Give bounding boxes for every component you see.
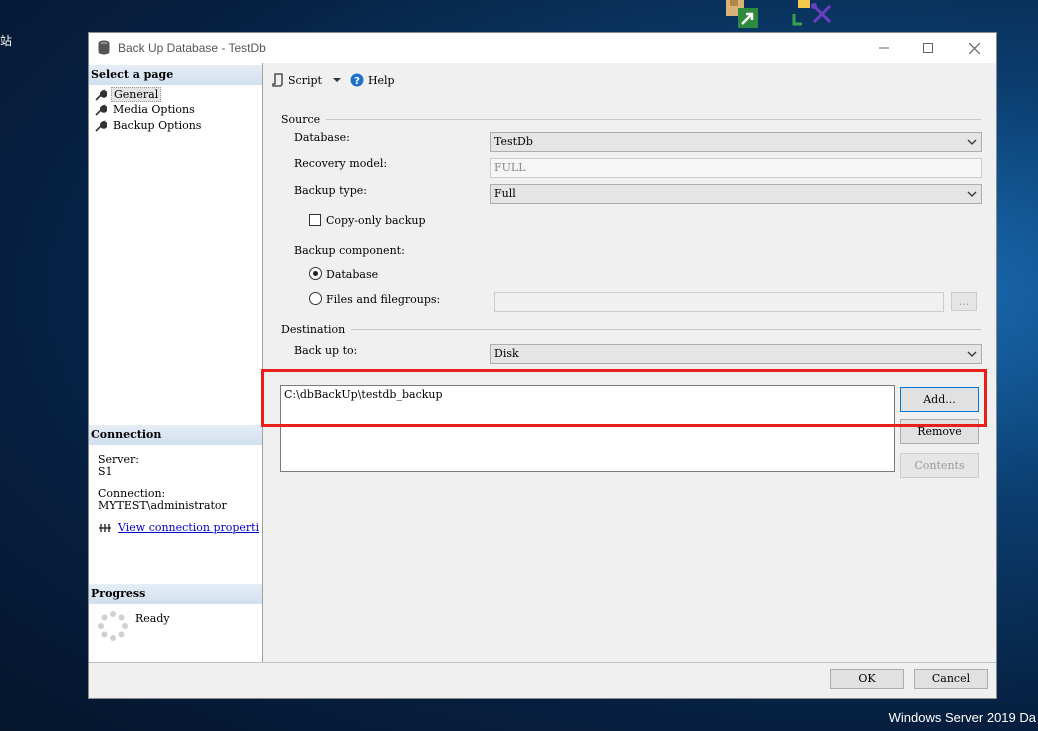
database-value: TestDb: [494, 135, 533, 148]
database-radio[interactable]: [309, 267, 322, 280]
close-button[interactable]: [963, 37, 985, 59]
wrench-icon: [95, 88, 107, 101]
list-item[interactable]: C:\dbBackUp\testdb_backup: [281, 386, 894, 403]
connection-header: Connection: [89, 425, 262, 445]
page-item-label: General: [111, 87, 162, 102]
destination-group: Destination: [281, 323, 981, 336]
backup-type-combo[interactable]: Full: [490, 184, 982, 204]
recovery-model-field: FULL: [490, 158, 982, 178]
maximize-button[interactable]: [917, 37, 939, 59]
connection-value: MYTEST\administrator: [98, 499, 227, 512]
source-group-label: Source: [281, 113, 321, 126]
window-title: Back Up Database - TestDb: [118, 41, 266, 55]
backup-database-dialog: Back Up Database - TestDb Select a page …: [88, 32, 997, 699]
recovery-model-label: Recovery model:: [294, 157, 388, 170]
files-filegroups-radio[interactable]: [309, 292, 322, 305]
left-pane: Select a page General Media Options Back…: [89, 63, 263, 663]
progress-status: Ready: [135, 612, 170, 625]
wrench-icon: [95, 119, 107, 132]
database-combo[interactable]: TestDb: [490, 132, 982, 152]
page-item-general[interactable]: General: [95, 87, 162, 102]
cancel-button[interactable]: Cancel: [914, 669, 988, 689]
database-icon: [98, 40, 110, 58]
files-filegroups-label[interactable]: Files and filegroups:: [326, 293, 440, 306]
database-radio-label[interactable]: Database: [326, 268, 378, 281]
help-icon: ?: [350, 73, 364, 87]
files-filegroups-field: [494, 292, 944, 312]
progress-spinner-icon: [98, 611, 128, 641]
desktop-shortcut-icon[interactable]: [724, 0, 760, 28]
page-item-media-options[interactable]: Media Options: [95, 103, 197, 116]
source-group: Source: [281, 113, 981, 126]
page-item-label: Media Options: [113, 103, 195, 116]
view-connection-properties-link[interactable]: View connection properti: [98, 521, 261, 534]
destination-group-label: Destination: [281, 323, 346, 336]
server-value: S1: [98, 465, 113, 478]
help-button[interactable]: ? Help: [350, 73, 395, 87]
select-page-header: Select a page: [89, 65, 262, 85]
desktop-tools-icon[interactable]: [792, 0, 834, 28]
backup-destination-list[interactable]: C:\dbBackUp\testdb_backup: [280, 385, 895, 472]
page-item-backup-options[interactable]: Backup Options: [95, 119, 203, 132]
add-button[interactable]: Add...: [900, 387, 979, 412]
copy-only-checkbox[interactable]: [309, 214, 321, 226]
database-label: Database:: [294, 131, 350, 144]
chevron-down-icon: [967, 351, 977, 357]
script-button[interactable]: Script: [272, 73, 342, 87]
copy-only-label[interactable]: Copy-only backup: [326, 214, 426, 227]
page-item-label: Backup Options: [113, 119, 202, 132]
maximize-icon: [923, 43, 933, 53]
chevron-down-icon[interactable]: [332, 76, 342, 84]
toolbar: Script ? Help: [272, 73, 395, 87]
back-up-to-value: Disk: [494, 347, 519, 360]
wrench-icon: [95, 103, 107, 116]
progress-header: Progress: [89, 584, 262, 604]
network-icon: [99, 523, 111, 532]
script-icon: [272, 73, 283, 87]
view-connection-link-text: View connection properti: [118, 521, 260, 534]
backup-type-value: Full: [494, 187, 516, 200]
dialog-footer: OK Cancel: [89, 662, 996, 698]
back-up-to-label: Back up to:: [294, 344, 358, 357]
chevron-down-icon: [967, 191, 977, 197]
back-up-to-combo[interactable]: Disk: [490, 344, 982, 364]
os-watermark: Windows Server 2019 Da: [888, 710, 1036, 725]
close-icon: [968, 42, 980, 54]
backup-component-label: Backup component:: [294, 244, 405, 257]
svg-text:?: ?: [354, 76, 360, 87]
chevron-down-icon: [967, 139, 977, 145]
help-label: Help: [367, 73, 395, 87]
backup-type-label: Backup type:: [294, 184, 367, 197]
title-bar: Back Up Database - TestDb: [89, 33, 996, 63]
remove-button[interactable]: Remove: [900, 419, 979, 444]
script-label: Script: [288, 73, 322, 87]
minimize-button[interactable]: [873, 37, 895, 59]
contents-button[interactable]: Contents: [900, 453, 979, 478]
desktop-label: 站: [0, 34, 13, 48]
browse-files-button[interactable]: ...: [951, 292, 977, 311]
ok-button[interactable]: OK: [830, 669, 904, 689]
minimize-icon: [879, 47, 889, 49]
